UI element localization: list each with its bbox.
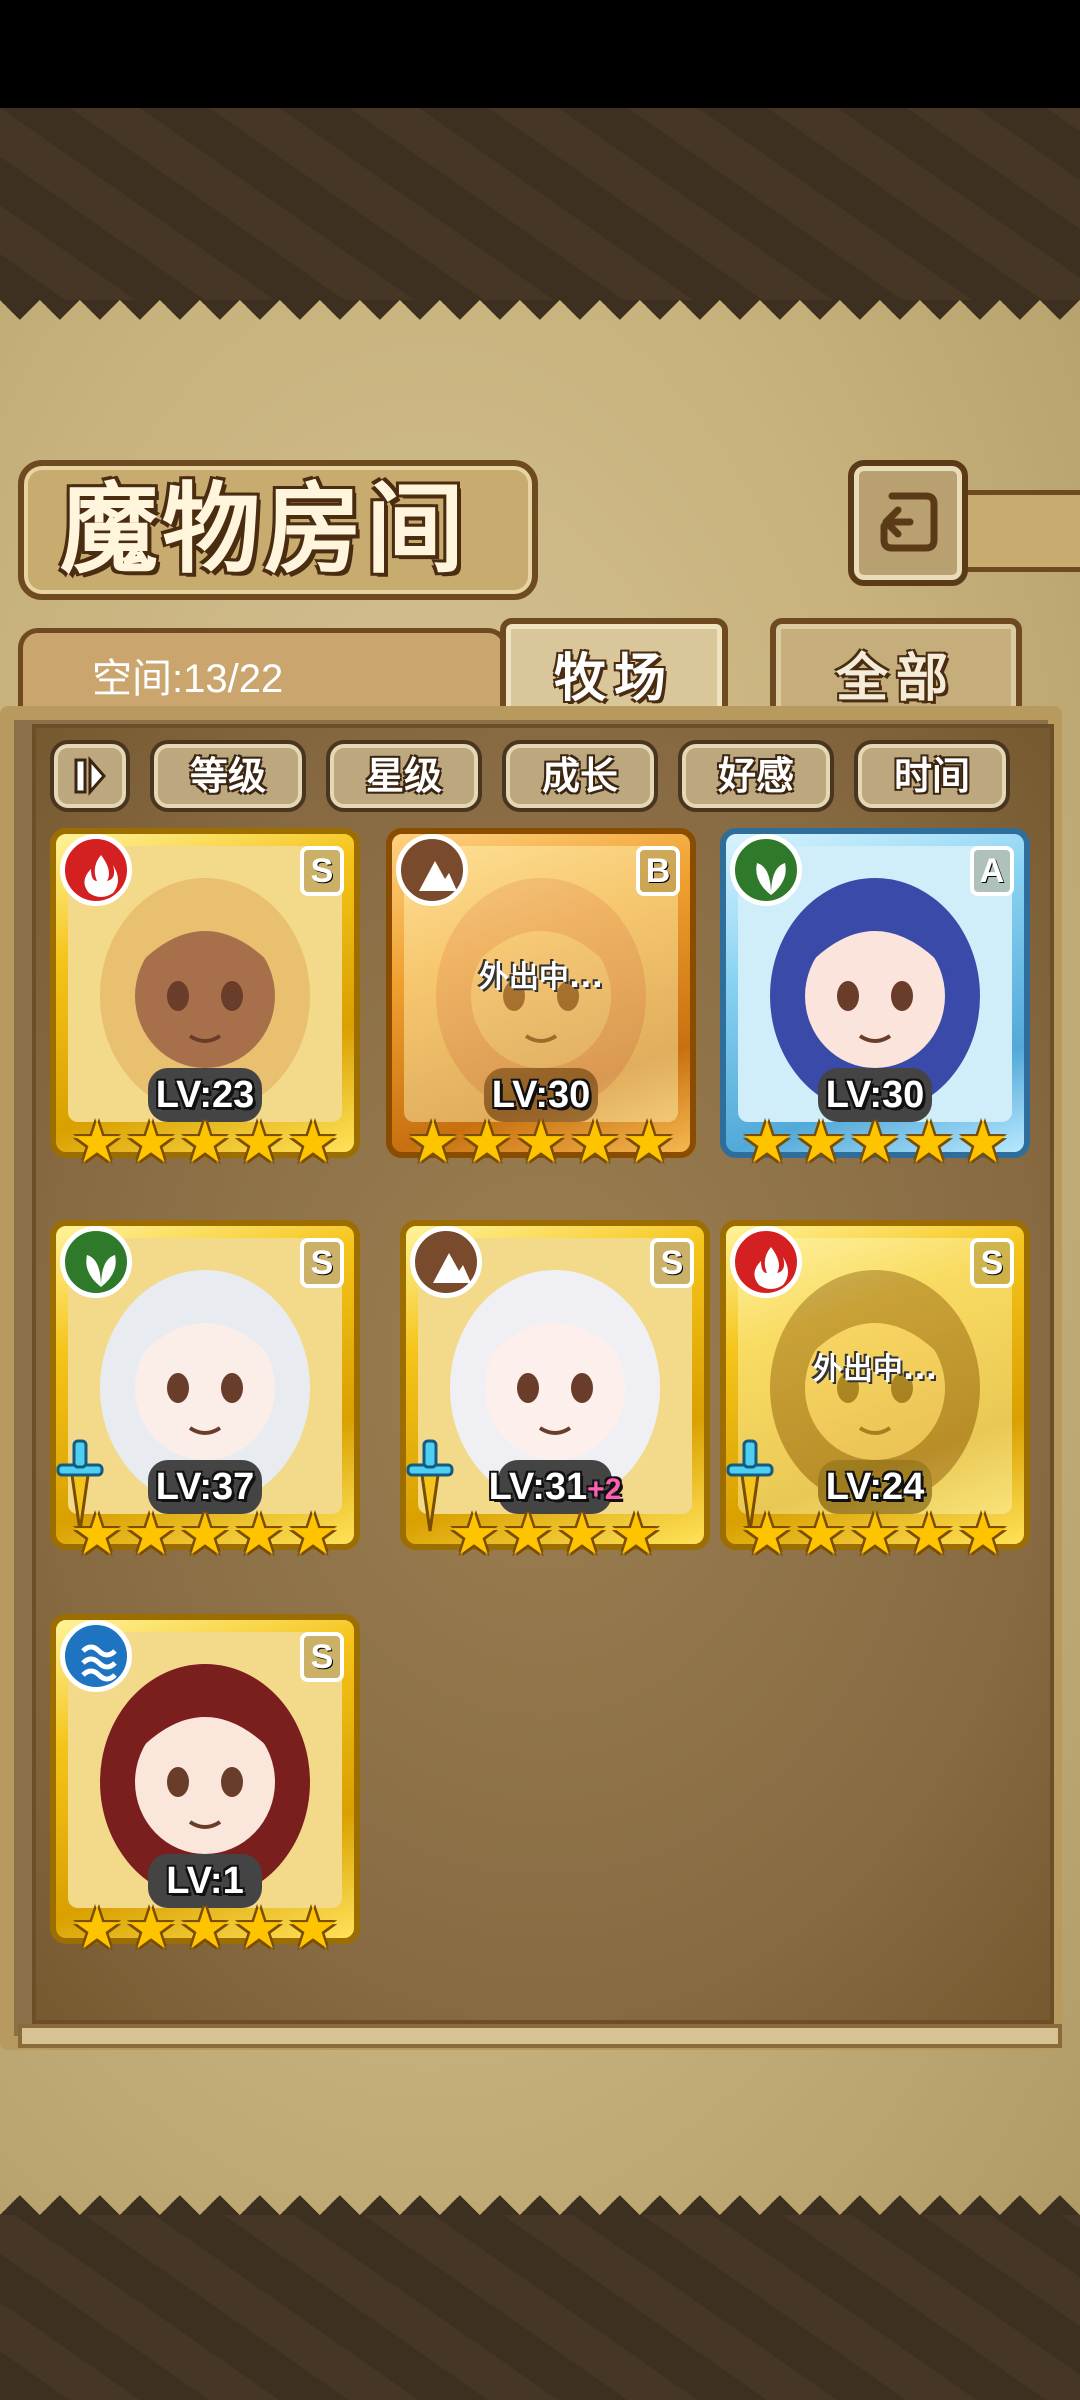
star-icon: ★	[125, 1108, 177, 1176]
wood-element-icon	[730, 834, 802, 906]
star-icon: ★	[71, 1108, 123, 1176]
monster-panel-base	[18, 2024, 1062, 2048]
water-element-icon	[60, 1620, 132, 1692]
star-icon: ★	[795, 1500, 847, 1568]
rank-badge: S	[970, 1238, 1014, 1288]
monster-card[interactable]: S LV:23 ★★★★★	[50, 828, 360, 1188]
page-title: 魔物房间	[60, 472, 469, 587]
star-icon: ★	[233, 1894, 285, 1962]
fire-element-icon	[730, 1226, 802, 1298]
back-button[interactable]	[848, 460, 968, 586]
star-icon: ★	[125, 1894, 177, 1962]
star-icon: ★	[903, 1500, 955, 1568]
star-icon: ★	[179, 1894, 231, 1962]
sort-affection-button[interactable]: 好感	[678, 740, 834, 812]
star-icon: ★	[849, 1500, 901, 1568]
star-icon: ★	[407, 1108, 459, 1176]
star-icon: ★	[903, 1108, 955, 1176]
zigzag-border-top	[0, 300, 1080, 340]
star-icon: ★	[623, 1108, 675, 1176]
star-icon: ★	[179, 1500, 231, 1568]
status-bar	[0, 0, 1080, 108]
background-map-top	[0, 108, 1080, 303]
star-rating: ★★★★★	[50, 1500, 360, 1568]
rank-badge: S	[300, 1238, 344, 1288]
wood-element-icon	[60, 1226, 132, 1298]
rank-badge: S	[650, 1238, 694, 1288]
star-icon: ★	[957, 1500, 1009, 1568]
star-icon: ★	[125, 1500, 177, 1568]
star-icon: ★	[448, 1500, 500, 1568]
level-label: LV:31+2	[400, 1466, 710, 1509]
star-icon: ★	[957, 1108, 1009, 1176]
zigzag-border-bottom	[0, 2175, 1080, 2215]
away-status: 外出中...	[812, 1352, 938, 1387]
star-rating: ★★★★★	[720, 1108, 1030, 1176]
star-icon: ★	[849, 1108, 901, 1176]
away-status: 外出中...	[478, 960, 604, 995]
monster-card[interactable]: S LV:37 ★★★★★	[50, 1220, 360, 1580]
fire-element-icon	[60, 834, 132, 906]
star-icon: ★	[741, 1500, 793, 1568]
rank-badge: B	[636, 846, 680, 896]
star-icon: ★	[515, 1108, 567, 1176]
star-icon: ★	[610, 1500, 662, 1568]
star-icon: ★	[569, 1108, 621, 1176]
sort-level-button[interactable]: 等级	[150, 740, 306, 812]
rank-badge: S	[300, 1632, 344, 1682]
space-counter: 空间:13/22	[92, 657, 284, 701]
star-icon: ★	[741, 1108, 793, 1176]
background-map-bottom	[0, 2210, 1080, 2400]
monster-card[interactable]: B 外出中... LV:30 ★★★★★	[386, 828, 696, 1188]
star-icon: ★	[179, 1108, 231, 1176]
star-icon: ★	[233, 1500, 285, 1568]
back-arrow-icon	[880, 492, 938, 552]
star-rating: ★★★★★	[386, 1108, 696, 1176]
earth-element-icon	[396, 834, 468, 906]
earth-element-icon	[410, 1226, 482, 1298]
star-icon: ★	[461, 1108, 513, 1176]
star-icon: ★	[287, 1108, 339, 1176]
star-icon: ★	[71, 1894, 123, 1962]
sort-star-button[interactable]: 星级	[326, 740, 482, 812]
star-rating: ★★★★★	[720, 1500, 1030, 1568]
star-icon: ★	[502, 1500, 554, 1568]
star-rating: ★★★★★	[50, 1108, 360, 1176]
star-icon: ★	[556, 1500, 608, 1568]
star-rating: ★★★★★	[50, 1894, 360, 1962]
star-rating: ★★★★	[400, 1500, 710, 1568]
pause-toggle-icon	[74, 756, 106, 796]
monster-card[interactable]: S LV:1 ★★★★★	[50, 1614, 360, 1974]
monster-card[interactable]: S LV:31+2 ★★★★	[400, 1220, 710, 1580]
star-icon: ★	[71, 1500, 123, 1568]
rank-badge: A	[970, 846, 1014, 896]
sort-growth-button[interactable]: 成长	[502, 740, 658, 812]
sort-order-toggle[interactable]	[50, 740, 130, 812]
monster-card[interactable]: A LV:30 ★★★★★	[720, 828, 1030, 1188]
star-icon: ★	[233, 1108, 285, 1176]
monster-card[interactable]: S 外出中... LV:24 ★★★★★	[720, 1220, 1030, 1580]
star-icon: ★	[287, 1894, 339, 1962]
rank-badge: S	[300, 846, 344, 896]
star-icon: ★	[795, 1108, 847, 1176]
sort-time-button[interactable]: 时间	[854, 740, 1010, 812]
star-icon: ★	[287, 1500, 339, 1568]
